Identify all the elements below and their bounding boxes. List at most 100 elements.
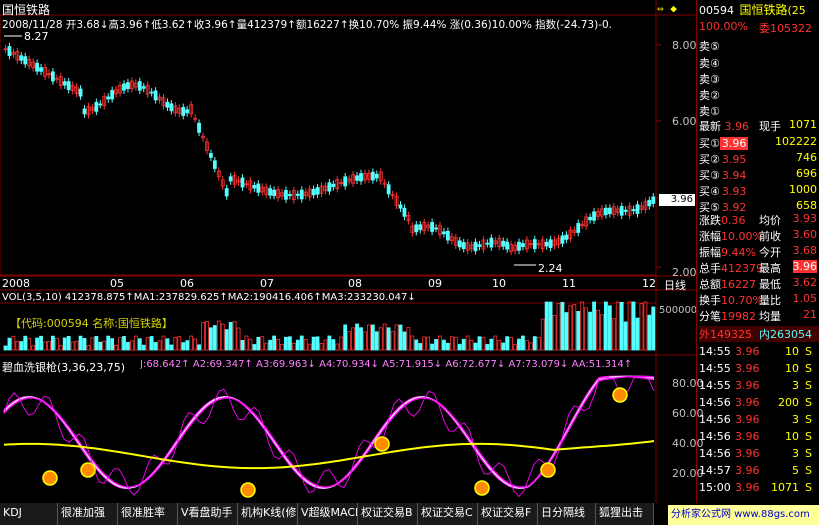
candle-body	[576, 223, 581, 233]
volume-bar	[224, 329, 229, 351]
bid-volume: 658	[796, 199, 817, 212]
candle-body	[631, 209, 636, 212]
candle-body	[35, 62, 39, 72]
tick-time: 14:56	[699, 413, 731, 426]
kline-chart[interactable]	[0, 0, 696, 503]
indicator-tab[interactable]: V看盘助手	[178, 503, 238, 525]
volume-bar	[98, 341, 103, 351]
volume-bar	[315, 336, 320, 351]
bid-row[interactable]: 买① 3.96 102222	[699, 135, 819, 151]
stat-value-2: 21	[803, 308, 817, 321]
bid-row[interactable]: 买② 3.95 746	[699, 151, 819, 167]
volume-bar	[438, 335, 442, 351]
volume-bar	[78, 335, 83, 351]
indicator-tab[interactable]: 很准加强	[58, 503, 118, 525]
stat-label: 振幅	[699, 246, 721, 259]
volume-bar	[623, 321, 628, 351]
bid-price: 3.95	[721, 153, 747, 166]
tick-price: 3.96	[735, 379, 760, 392]
candle-body	[208, 153, 213, 158]
indicator-tab[interactable]: 权证交易F	[478, 503, 538, 525]
volume-bar	[7, 337, 12, 351]
volume-bar	[232, 321, 237, 351]
volume-bar	[19, 341, 24, 351]
volume-bar	[619, 301, 624, 351]
weicha-value: 委105322	[759, 22, 812, 35]
price-axis-label: 8.00	[672, 39, 697, 52]
signal-badge-icon	[240, 482, 256, 498]
volume-bar	[481, 336, 486, 351]
indicator-tab[interactable]: KDJ	[0, 503, 58, 525]
candle-body	[461, 242, 466, 249]
candle-body	[592, 211, 596, 221]
candle-body	[402, 207, 407, 217]
period-label[interactable]: 日线	[664, 277, 686, 293]
ask-row-2[interactable]: 卖②	[699, 87, 819, 103]
indicator-tab[interactable]: 日分隔线	[538, 503, 596, 525]
stat-value-2: 1.05	[792, 292, 818, 305]
stat-label: 涨跌	[699, 214, 721, 227]
volume-bar	[126, 341, 130, 351]
stat-label-2: 最低	[759, 278, 781, 291]
bid-row[interactable]: 买③ 3.94 696	[699, 167, 819, 183]
date-label: 10	[492, 277, 506, 290]
bid-price: 3.94	[721, 169, 747, 182]
tick-row: 14:57 3.96 5 S	[699, 464, 819, 480]
ask-row-1[interactable]: 卖①	[699, 103, 819, 119]
volume-bar	[453, 336, 458, 351]
volume-bar	[272, 335, 277, 351]
stat-label-2: 最高	[759, 262, 781, 275]
candle-body	[311, 188, 316, 196]
stat-value: 10.00%	[721, 230, 763, 243]
ask-row-4[interactable]: 卖④	[699, 55, 819, 71]
volume-bar	[355, 323, 359, 351]
volume-bar	[473, 342, 478, 351]
volume-bar	[161, 335, 166, 351]
tick-price: 3.96	[735, 430, 760, 443]
bid-label: 买①	[699, 137, 720, 150]
indicator-tab[interactable]: 机构K线(修	[238, 503, 298, 525]
ask-row-3[interactable]: 卖③	[699, 71, 819, 87]
volume-bar	[505, 336, 510, 351]
volume-bar	[335, 343, 340, 351]
candle-body	[414, 224, 419, 233]
indicator-tab[interactable]: V超级MACD	[298, 503, 358, 525]
candle-body	[532, 239, 537, 250]
scroll-arrows-icon[interactable]: ⇔ ◆	[657, 2, 677, 15]
bid-volume: 696	[796, 167, 817, 180]
candle-body	[23, 56, 28, 65]
volume-bar	[27, 337, 32, 351]
tick-volume: 3	[792, 447, 799, 460]
bid-label: 买②	[699, 153, 720, 166]
tick-row: 14:56 3.96 10 S	[699, 430, 819, 446]
bid-label: 买③	[699, 169, 720, 182]
indicator-tab[interactable]: 狐狸出击	[596, 503, 654, 525]
candle-body	[62, 81, 67, 86]
volume-bar	[465, 335, 470, 351]
volume-bar	[540, 318, 545, 351]
volume-bar	[489, 338, 494, 351]
bid-row[interactable]: 买④ 3.93 1000	[699, 183, 819, 199]
tick-row: 14:55 3.96 10 S	[699, 362, 819, 378]
volume-bar	[477, 336, 482, 351]
ask-row-5[interactable]: 卖⑤	[699, 38, 819, 54]
stat-label-2: 今开	[759, 246, 781, 259]
volume-bar	[122, 336, 126, 351]
indicator-values: J:68.642↑ A2:69.347↑ A3:69.963↓ A4:70.93…	[140, 359, 633, 370]
stat-value-2: 3.96	[792, 260, 817, 273]
chart-area[interactable]	[0, 0, 696, 503]
indicator-name[interactable]: 碧血洗银枪(3,36,23,75)	[2, 359, 125, 375]
tick-flag: S	[805, 481, 812, 494]
volume-bar	[276, 338, 280, 351]
tick-volume: 3	[792, 379, 799, 392]
volume-bar	[528, 342, 533, 351]
indicator-tab[interactable]: 权证交易B	[358, 503, 418, 525]
indicator-tab[interactable]: 权证交易C	[418, 503, 478, 525]
candle-body	[181, 106, 186, 116]
volume-bar	[422, 336, 427, 351]
volume-bar	[220, 323, 225, 351]
indicator-tab[interactable]: 很准胜率	[118, 503, 178, 525]
candle-body	[647, 199, 652, 207]
watermark: 分析家公式网 www.88gs.com	[668, 505, 819, 525]
oscillator-line	[3, 375, 655, 488]
